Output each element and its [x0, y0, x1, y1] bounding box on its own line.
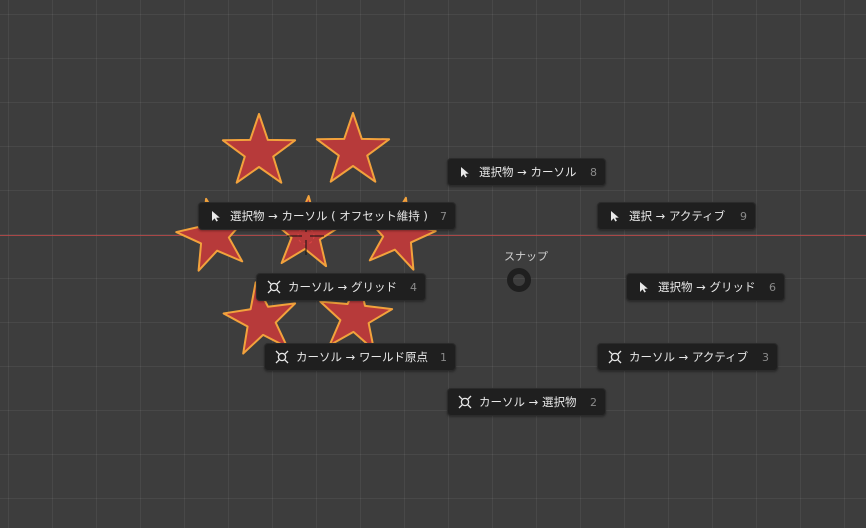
3d-cursor-icon: [607, 349, 623, 365]
pie-item-selection-to-active[interactable]: 選択 → アクティブ 9: [597, 202, 756, 230]
pie-item-hotkey: 9: [740, 209, 747, 223]
pie-item-selection-to-grid[interactable]: 選択物 → グリッド 6: [626, 273, 785, 301]
selected-stars: [169, 112, 443, 357]
cursor-arrow-icon: [457, 164, 473, 180]
pie-item-cursor-to-grid[interactable]: カーソル → グリッド 4: [256, 273, 426, 301]
pie-item-selection-to-cursor-offset[interactable]: 選択物 → カーソル ( オフセット維持 ) 7: [198, 202, 456, 230]
pie-item-hotkey: 7: [440, 209, 447, 223]
3d-cursor-icon: [274, 349, 290, 365]
pie-item-label: 選択 → アクティブ: [629, 209, 726, 223]
pie-item-selection-to-cursor[interactable]: 選択物 → カーソル 8: [447, 158, 606, 186]
pie-item-hotkey: 4: [410, 280, 417, 294]
pie-item-label: カーソル → ワールド原点: [296, 350, 428, 364]
pie-item-label: カーソル → グリッド: [288, 280, 397, 294]
pie-menu-title: スナップ: [504, 250, 548, 263]
pie-item-label: 選択物 → カーソル: [479, 165, 577, 179]
cursor-arrow-icon: [607, 208, 623, 224]
pie-item-label: 選択物 → カーソル ( オフセット維持 ): [230, 209, 428, 223]
pie-item-hotkey: 8: [590, 165, 597, 179]
pie-item-hotkey: 1: [440, 350, 447, 364]
pie-item-cursor-to-selected[interactable]: カーソル → 選択物 2: [447, 388, 606, 416]
pie-item-label: カーソル → アクティブ: [629, 350, 749, 364]
pie-item-hotkey: 6: [769, 280, 776, 294]
pie-item-cursor-to-active[interactable]: カーソル → アクティブ 3: [597, 343, 778, 371]
pie-item-hotkey: 2: [590, 395, 597, 409]
pie-menu-direction-ring: [507, 268, 531, 292]
star-object[interactable]: [221, 113, 297, 184]
3d-cursor-icon: [457, 394, 473, 410]
pie-item-label: カーソル → 選択物: [479, 395, 577, 409]
3d-viewport[interactable]: [0, 0, 866, 528]
cursor-arrow-icon: [208, 208, 224, 224]
pie-item-label: 選択物 → グリッド: [658, 280, 756, 294]
3d-cursor-icon: [266, 279, 282, 295]
cursor-arrow-icon: [636, 279, 652, 295]
pie-item-cursor-to-world-origin[interactable]: カーソル → ワールド原点 1: [264, 343, 456, 371]
pie-item-hotkey: 3: [762, 350, 769, 364]
star-object[interactable]: [315, 112, 391, 183]
